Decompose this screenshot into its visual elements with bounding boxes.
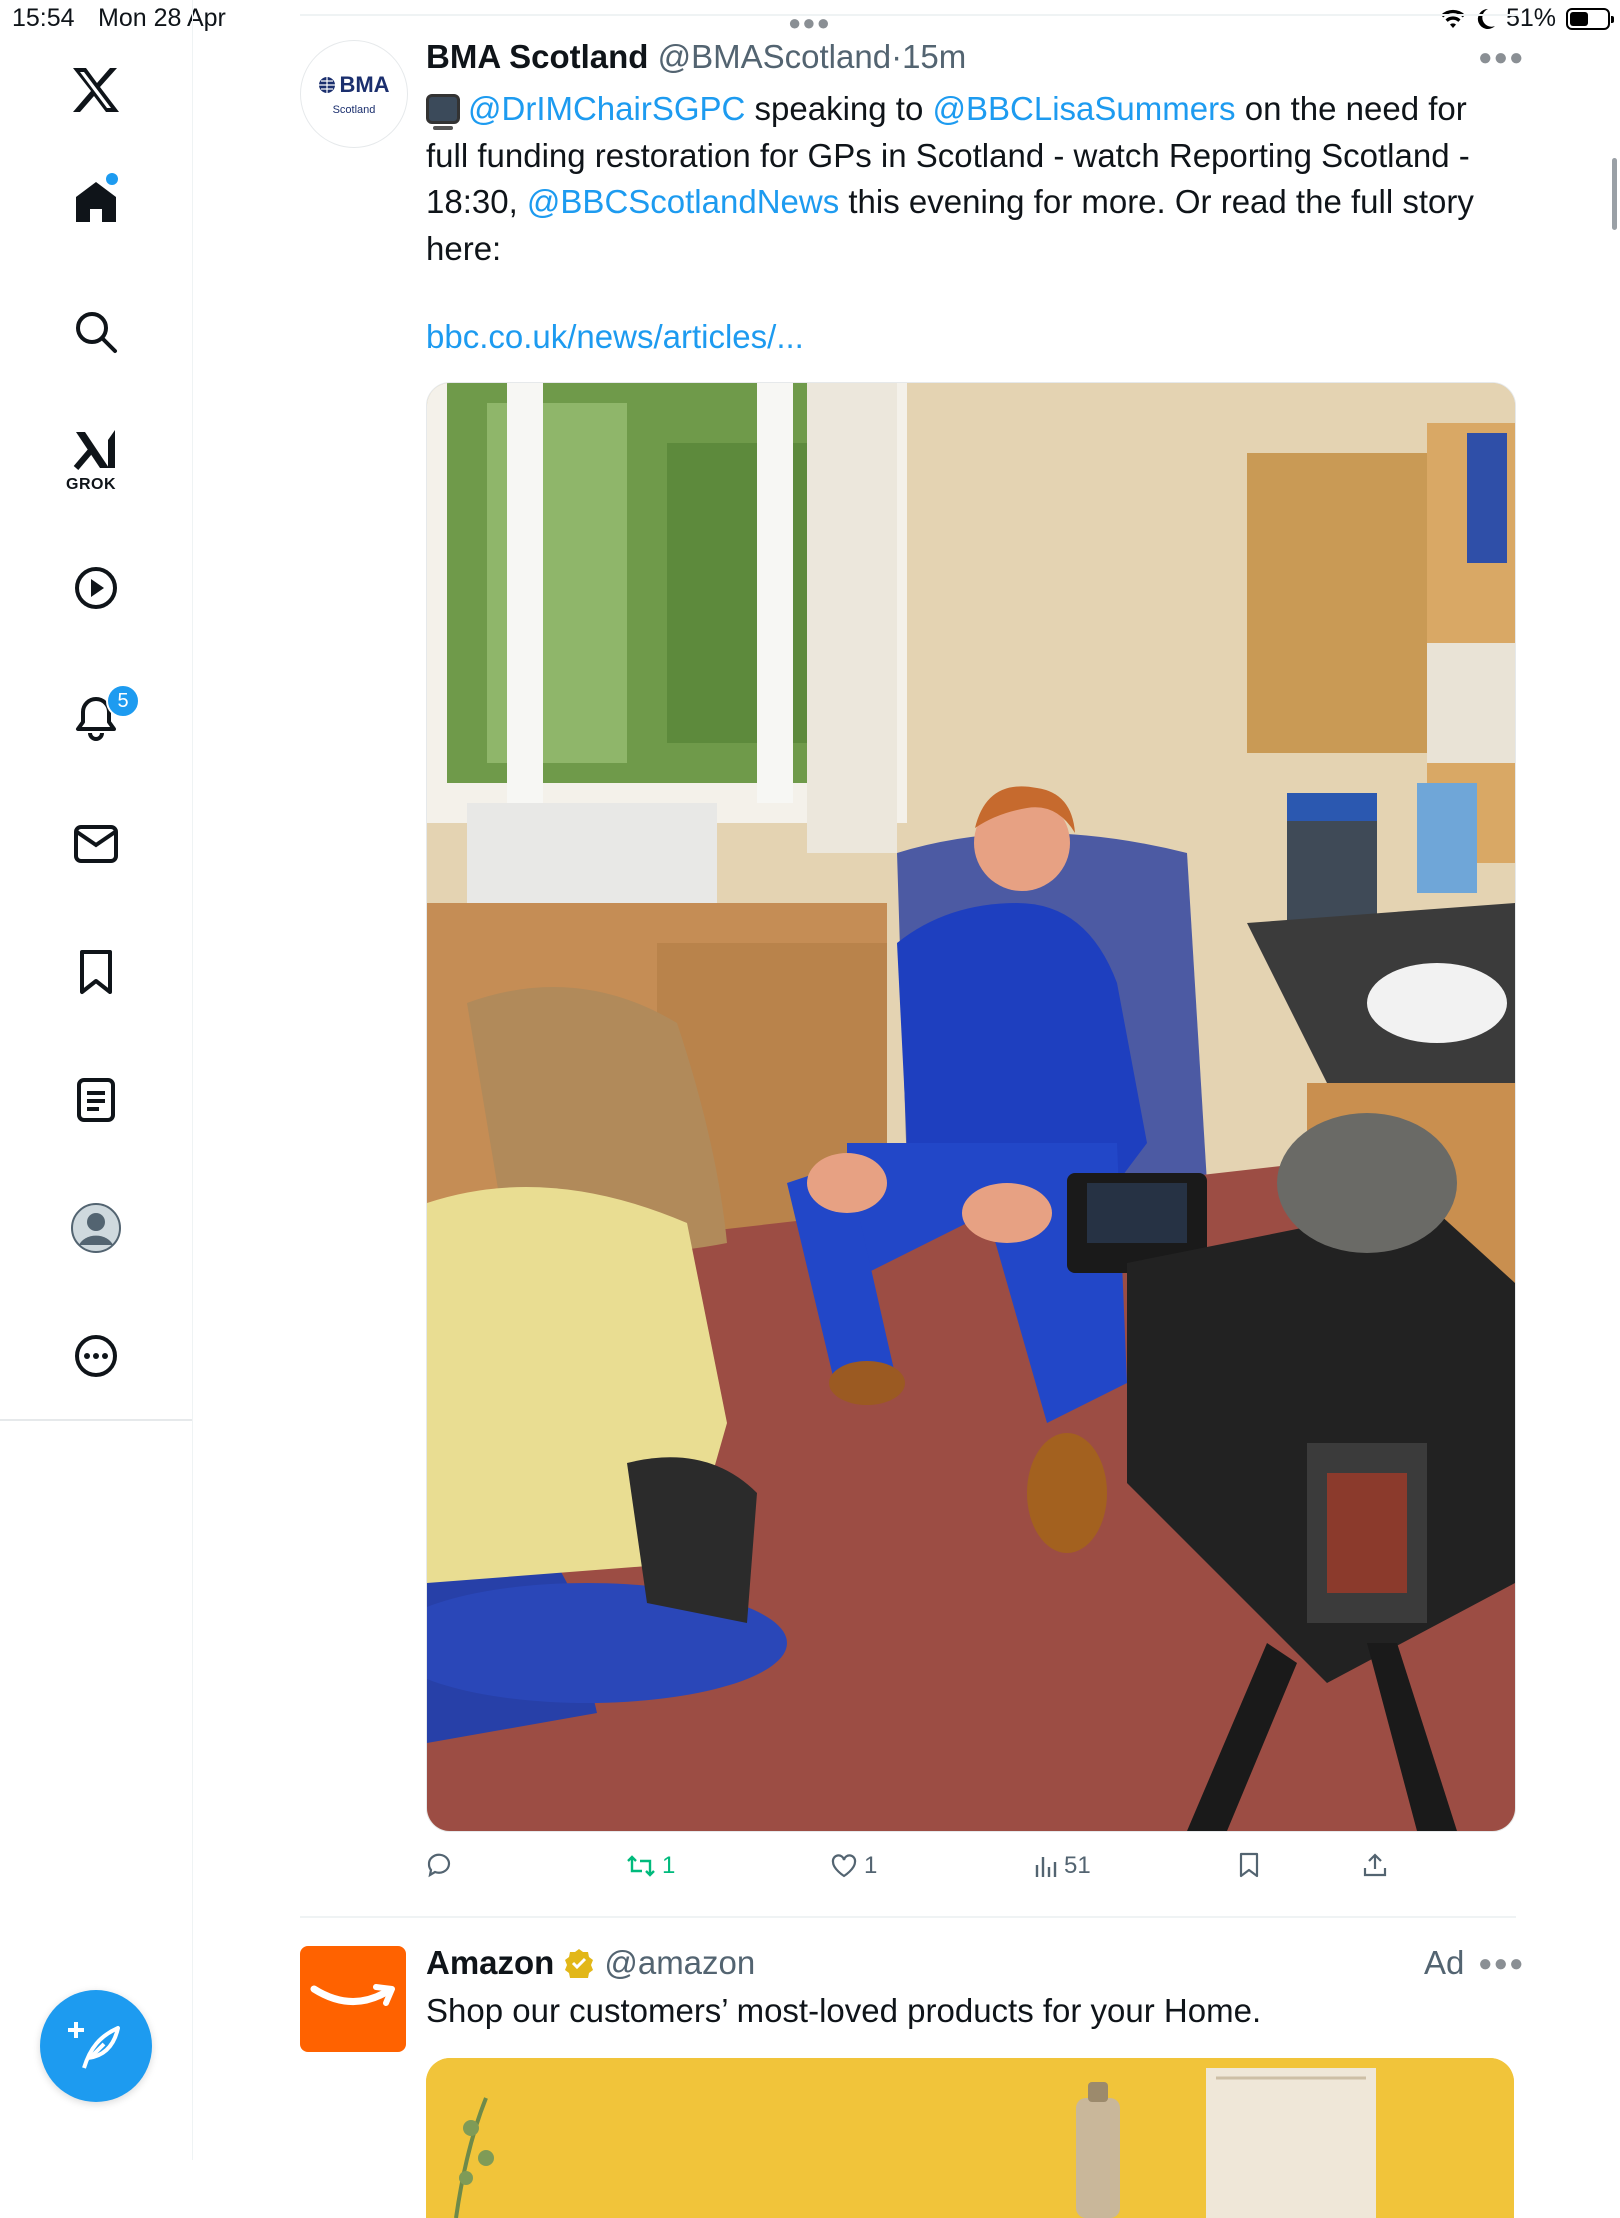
tweet-avatar[interactable]: BMA Scotland xyxy=(300,40,408,148)
mention-link[interactable]: @BBCLisaSummers xyxy=(932,90,1235,127)
ad-media-photo[interactable] xyxy=(426,2058,1514,2218)
ad-header: Amazon @amazon xyxy=(426,1944,755,1982)
tweet-url-link[interactable]: bbc.co.uk/news/articles/... xyxy=(426,318,804,356)
mention-link[interactable]: @BBCScotlandNews xyxy=(527,183,839,220)
amazon-logo[interactable] xyxy=(300,1946,406,2052)
wifi-icon xyxy=(1440,9,1465,28)
tweet-more-button[interactable]: ●●● xyxy=(1478,44,1525,72)
status-right: 51% xyxy=(1440,4,1614,33)
tweet-text: @DrIMChairSGPC speaking to @BBCLisaSumme… xyxy=(426,90,1474,267)
views-button[interactable]: 51 xyxy=(1034,1852,1091,1880)
battery-percent: 51% xyxy=(1505,4,1556,32)
bookmark-icon[interactable] xyxy=(70,946,122,998)
verified-badge-icon xyxy=(565,1949,594,1978)
ad-label: Ad xyxy=(1424,1944,1465,1981)
bma-globe-icon xyxy=(319,77,336,93)
tweet-divider xyxy=(300,1916,1516,1918)
bookmark-icon xyxy=(1239,1852,1259,1878)
bma-logo: BMA xyxy=(318,72,390,98)
grok-label: GROK xyxy=(66,476,116,493)
like-count: 1 xyxy=(864,1852,878,1879)
views-icon xyxy=(1035,1857,1057,1877)
reply-button[interactable] xyxy=(426,1852,458,1878)
retweet-button[interactable]: 1 xyxy=(626,1852,675,1880)
ad-more-button[interactable]: ●●● xyxy=(1478,1950,1525,1978)
bma-logo-subtext: Scotland xyxy=(332,104,376,116)
heart-icon xyxy=(831,1854,857,1878)
amazon-smile-icon xyxy=(310,1984,395,2006)
home-unread-dot xyxy=(106,173,118,185)
battery-fill xyxy=(1570,11,1588,26)
ad-author-name[interactable]: Amazon xyxy=(426,1944,554,1982)
tweet-author-handle[interactable]: @BMAScotland xyxy=(658,38,891,75)
tweet-media-photo[interactable] xyxy=(426,382,1516,1832)
tweet-time[interactable]: 15m xyxy=(902,38,966,75)
ad-author-handle[interactable]: @amazon xyxy=(604,1944,755,1982)
retweet-count: 1 xyxy=(662,1852,676,1879)
tv-emoji-icon xyxy=(426,94,460,130)
bookmark-button[interactable] xyxy=(1238,1852,1260,1878)
ad-text: Shop our customers’ most-loved products … xyxy=(426,1992,1262,2029)
scrollbar[interactable] xyxy=(1612,158,1617,230)
mention-link[interactable]: @DrIMChairSGPC xyxy=(468,90,745,127)
notifications-badge: 5 xyxy=(106,684,140,718)
compose-icon xyxy=(68,2022,120,2069)
tweet-action-bar: 1 1 51 xyxy=(426,1852,1516,1892)
search-icon[interactable] xyxy=(70,306,122,358)
reply-icon xyxy=(427,1853,451,1878)
avatar-icon[interactable] xyxy=(70,1202,122,1254)
like-button[interactable]: 1 xyxy=(830,1852,877,1880)
share-icon xyxy=(1363,1853,1387,1877)
grok-icon[interactable] xyxy=(70,424,122,476)
moon-icon xyxy=(1477,8,1495,29)
more-circle-icon[interactable] xyxy=(70,1330,122,1382)
tweet-dot: · xyxy=(891,38,903,75)
views-count: 51 xyxy=(1064,1852,1091,1879)
sidebar: GROK 5 xyxy=(0,0,193,2160)
list-icon[interactable] xyxy=(70,1074,122,1126)
compose-button[interactable] xyxy=(40,1990,152,2102)
tweet-header: BMA Scotland @BMAScotland·15m xyxy=(426,38,966,76)
share-button[interactable] xyxy=(1362,1852,1388,1878)
play-icon[interactable] xyxy=(70,562,122,614)
sidebar-divider xyxy=(0,1419,192,1421)
mail-icon[interactable] xyxy=(70,818,122,870)
retweet-icon xyxy=(627,1855,655,1877)
x-logo-icon[interactable] xyxy=(70,64,122,116)
feed-top-divider xyxy=(300,14,1518,16)
battery-icon xyxy=(1566,7,1614,30)
tweet-author-name[interactable]: BMA Scotland xyxy=(426,38,648,75)
